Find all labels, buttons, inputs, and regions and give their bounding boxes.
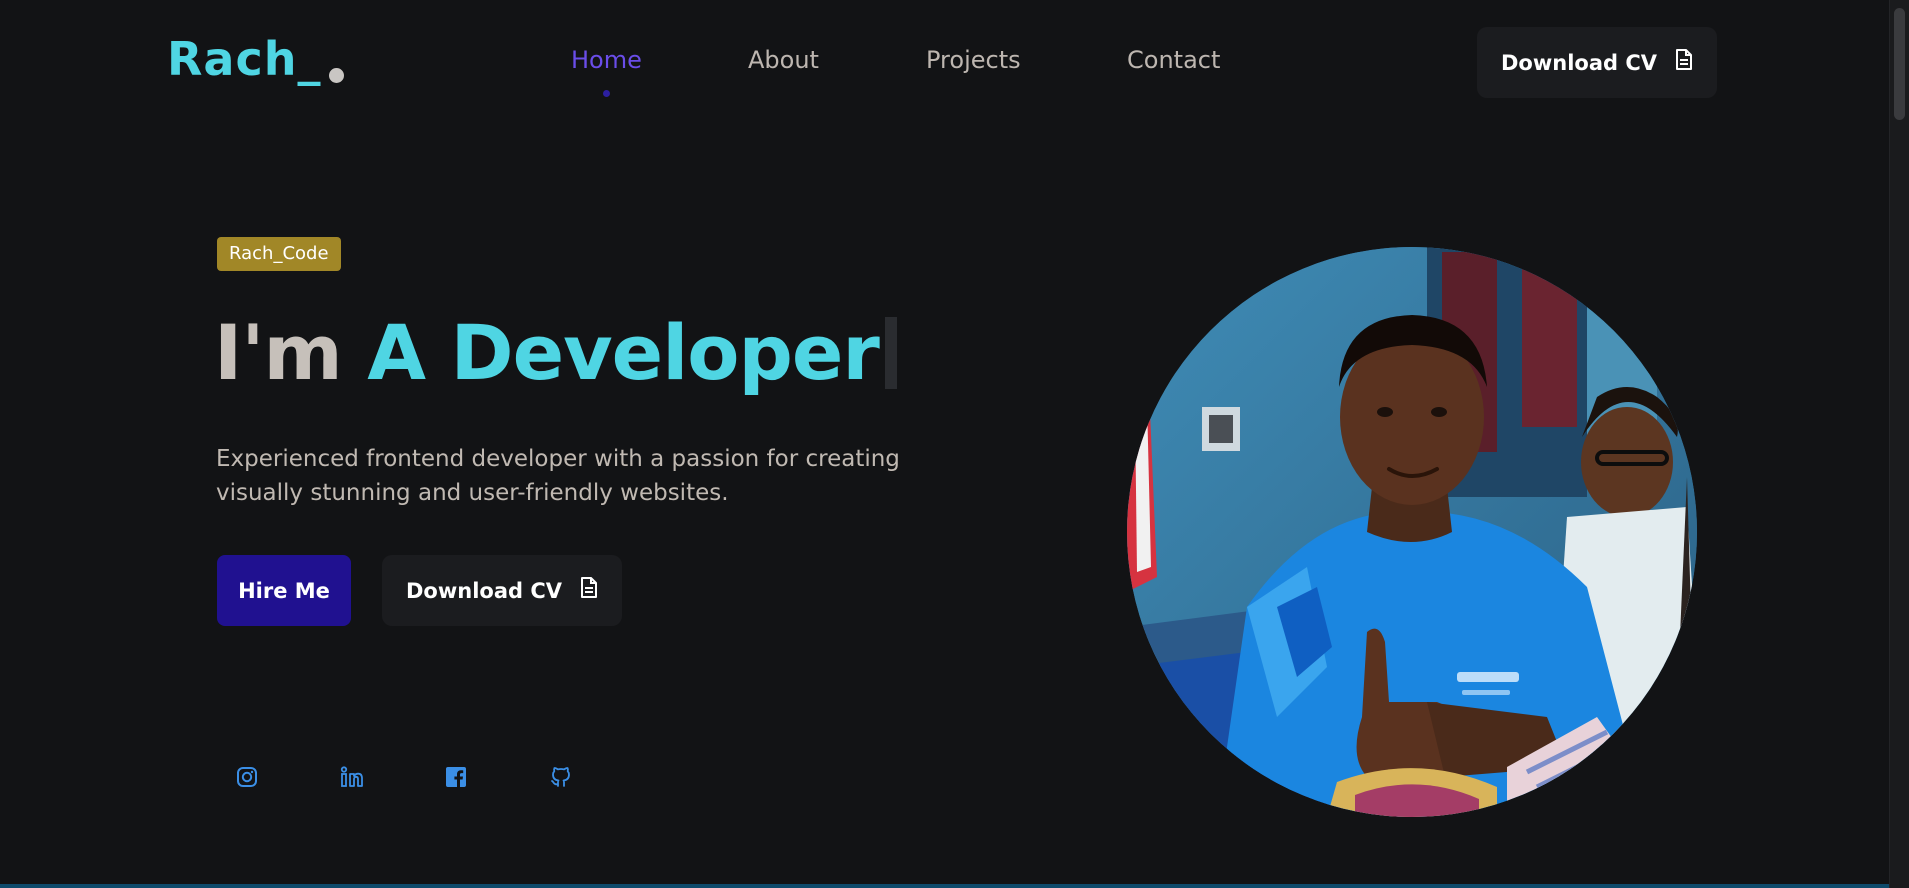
scrollbar-thumb[interactable]: [1894, 8, 1905, 120]
logo[interactable]: Rach_: [167, 32, 321, 86]
nav-active-indicator: [603, 90, 610, 97]
hero-headline: I'm A Developer: [214, 308, 897, 397]
header-download-cv-button[interactable]: Download CV: [1477, 27, 1717, 98]
facebook-icon[interactable]: [441, 762, 471, 792]
nav-about[interactable]: About: [748, 46, 819, 74]
scrollbar[interactable]: [1889, 0, 1909, 888]
hero-description: Experienced frontend developer with a pa…: [216, 446, 900, 506]
hire-me-button[interactable]: Hire Me: [217, 555, 351, 626]
nav-contact[interactable]: Contact: [1127, 46, 1220, 74]
typing-caret: [884, 317, 897, 389]
document-icon: [1675, 49, 1693, 76]
linkedin-icon[interactable]: [337, 762, 367, 792]
logo-dot: [329, 68, 344, 83]
hero-download-cv-button[interactable]: Download CV: [382, 555, 622, 626]
download-cv-label: Download CV: [1500, 50, 1657, 75]
nav-projects[interactable]: Projects: [926, 46, 1021, 74]
page: Rach_ Home About Projects Contact Downlo…: [0, 0, 1889, 884]
document-icon: [580, 577, 598, 604]
instagram-icon[interactable]: [232, 762, 262, 792]
headline-role: A Developer: [367, 308, 880, 397]
github-icon[interactable]: [546, 762, 576, 792]
download-cv-label: Download CV: [405, 578, 562, 603]
badge: Rach_Code: [217, 237, 341, 271]
headline-lead: I'm: [214, 308, 343, 397]
profile-photo: [1127, 247, 1697, 817]
window-bottom-edge: [0, 884, 1889, 888]
nav-home[interactable]: Home: [571, 46, 642, 74]
